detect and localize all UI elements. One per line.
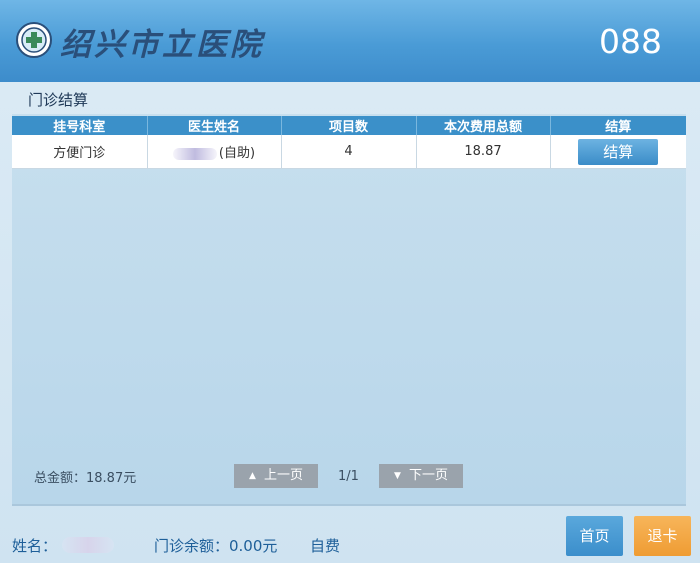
home-button[interactable]: 首页 [566, 516, 623, 556]
billing-table: 挂号科室 医生姓名 项目数 本次费用总额 结算 方便门诊 (自助) 4 18.8… [12, 116, 686, 169]
table-header-row: 挂号科室 医生姓名 项目数 本次费用总额 结算 [12, 116, 686, 135]
prev-page-label: 上一页 [263, 468, 303, 483]
settle-button[interactable]: 结算 [578, 138, 659, 165]
page-indicator: 1/1 [338, 469, 359, 484]
column-header-department: 挂号科室 [12, 116, 148, 135]
cell-doctor: (自助) [147, 135, 282, 169]
cell-department: 方便门诊 [12, 135, 148, 169]
next-page-button[interactable]: ▼ 下一页 [379, 464, 463, 488]
prev-page-button[interactable]: ▲ 上一页 [234, 464, 318, 488]
column-header-item-count: 项目数 [281, 116, 417, 135]
hospital-emblem-icon [16, 22, 52, 58]
app-header: 绍兴市立医院 088 [0, 0, 700, 82]
doctor-suffix: (自助) [218, 146, 256, 161]
next-page-label: 下一页 [408, 468, 448, 483]
queue-number: 088 [599, 22, 662, 61]
total-amount: 总金额：18.87元 [34, 471, 137, 486]
column-header-action: 结算 [550, 116, 686, 135]
cell-action: 结算 [550, 135, 686, 169]
table-row: 方便门诊 (自助) 4 18.87 结算 [12, 135, 686, 169]
patient-name-label: 姓名： [12, 537, 58, 555]
triangle-down-icon: ▼ [394, 471, 401, 481]
cell-item-count: 4 [281, 135, 417, 169]
exit-card-button[interactable]: 退卡 [634, 516, 691, 556]
redacted-patient-name [62, 537, 114, 553]
outpatient-balance: 门诊余额：0.00元 [154, 537, 278, 555]
triangle-up-icon: ▲ [249, 471, 256, 481]
hospital-name-logo: 绍兴市立医院 [60, 27, 264, 63]
column-header-total-fee: 本次费用总额 [416, 116, 551, 135]
cell-total-fee: 18.87 [416, 135, 551, 169]
redacted-doctor-name [172, 147, 217, 160]
page-title: 门诊结算 [28, 91, 89, 109]
content-panel [12, 114, 686, 506]
column-header-doctor: 医生姓名 [147, 116, 282, 135]
payment-type: 自费 [310, 537, 341, 555]
